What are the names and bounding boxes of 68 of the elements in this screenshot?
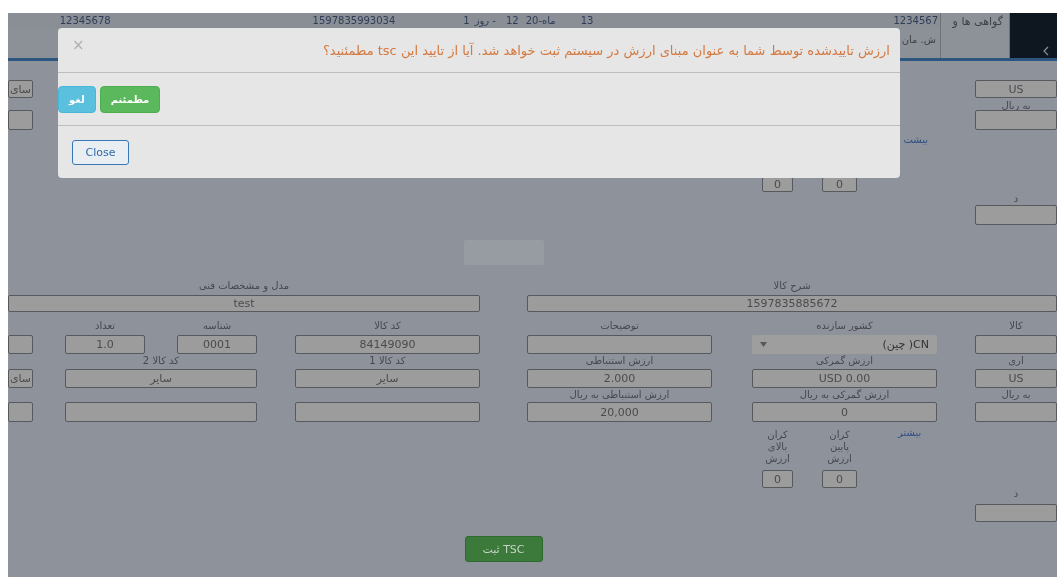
- cancel-button[interactable]: لغو: [58, 85, 96, 113]
- field-label: توضیحات: [599, 320, 640, 332]
- input-field[interactable]: 2.000: [527, 369, 712, 388]
- input-field[interactable]: 20,000: [527, 402, 712, 422]
- input-field[interactable]: سایر: [295, 369, 480, 388]
- field-label: به ریال: [1000, 389, 1032, 401]
- field-label: ارزش گمرکی: [815, 355, 874, 367]
- input-field[interactable]: [295, 402, 480, 422]
- input-field[interactable]: US: [975, 80, 1057, 98]
- field-label: مدل و مشخصات فنی: [197, 280, 291, 292]
- field-label: کد کالا 1: [368, 355, 407, 367]
- field-label: کالا: [1008, 320, 1024, 332]
- input-field[interactable]: [8, 402, 33, 422]
- input-field[interactable]: [975, 205, 1057, 225]
- input-field[interactable]: [975, 402, 1057, 422]
- column-header: گواهی ها و: [940, 13, 1010, 58]
- submit-button[interactable]: ثبت TSC: [464, 536, 543, 562]
- field-label: ارزش استنباطی: [584, 355, 655, 367]
- field-label: کران بالای ارزش: [764, 429, 791, 465]
- table-cell: ماه-20: [525, 14, 556, 27]
- confirm-button[interactable]: مطمئنم: [99, 85, 161, 113]
- input-field[interactable]: US: [975, 369, 1057, 388]
- column-header: ش. مان: [901, 33, 937, 45]
- table-cell: 1597835993034: [312, 14, 396, 27]
- field-label: شناسه: [201, 320, 233, 332]
- input-field[interactable]: 1597835885672: [527, 295, 1057, 312]
- field-label: تعداد: [93, 320, 117, 332]
- input-field[interactable]: USD 0.00: [752, 369, 937, 388]
- input-field[interactable]: 0: [762, 470, 793, 488]
- input-field[interactable]: [527, 335, 712, 354]
- field-label: کد کالا 2: [141, 355, 181, 367]
- table-cell: 13: [580, 14, 594, 27]
- country-select[interactable]: CN( چین): [752, 335, 937, 354]
- field-label: شرح کالا: [772, 280, 812, 292]
- table-cell: 12: [506, 14, 519, 27]
- input-field[interactable]: سای: [8, 369, 33, 388]
- field-label: ارزش استنباطی به ریال: [568, 389, 671, 401]
- table-cell: - روز: [474, 14, 496, 27]
- table-cell: 1234567: [893, 14, 938, 27]
- more-link[interactable]: بیشت: [903, 134, 928, 146]
- field-label: د: [1012, 488, 1020, 500]
- input-field[interactable]: سای: [8, 80, 33, 98]
- field-label: کد کالا: [373, 320, 402, 332]
- input-field[interactable]: 0: [822, 470, 857, 488]
- field-label: د: [1012, 193, 1020, 205]
- input-field[interactable]: [8, 110, 33, 130]
- input-field[interactable]: [65, 402, 257, 422]
- field-label: کران پایین ارزش: [826, 429, 853, 465]
- chevron-left-icon[interactable]: [1043, 46, 1049, 56]
- more-link[interactable]: بیشتر: [898, 427, 922, 467]
- field-label: اری: [1007, 355, 1025, 367]
- input-field[interactable]: [975, 110, 1057, 130]
- input-field[interactable]: [8, 335, 33, 354]
- close-button[interactable]: Close: [72, 139, 129, 165]
- dialog-message: ارزش تاییدشده توسط شما به عنوان مبنای ارزش در سیستم ثبت خواهد شد. آیا از تایید این tsc مطمئنید؟: [322, 42, 890, 58]
- field-label: کشور سازنده: [815, 320, 874, 332]
- caret-icon: [760, 342, 767, 347]
- input-field[interactable]: سایر: [65, 369, 257, 388]
- table-cell: 12345678: [59, 14, 111, 27]
- input-field[interactable]: [975, 504, 1057, 522]
- table-cell: 1: [463, 14, 470, 27]
- field-label: ارزش گمرکی به ریال: [798, 389, 891, 401]
- input-field[interactable]: 0: [752, 402, 937, 422]
- input-field[interactable]: 0001: [177, 335, 257, 354]
- input-field[interactable]: test: [8, 295, 480, 312]
- input-field[interactable]: 1.0: [65, 335, 145, 354]
- input-field[interactable]: 84149090: [295, 335, 480, 354]
- input-field[interactable]: [975, 335, 1057, 354]
